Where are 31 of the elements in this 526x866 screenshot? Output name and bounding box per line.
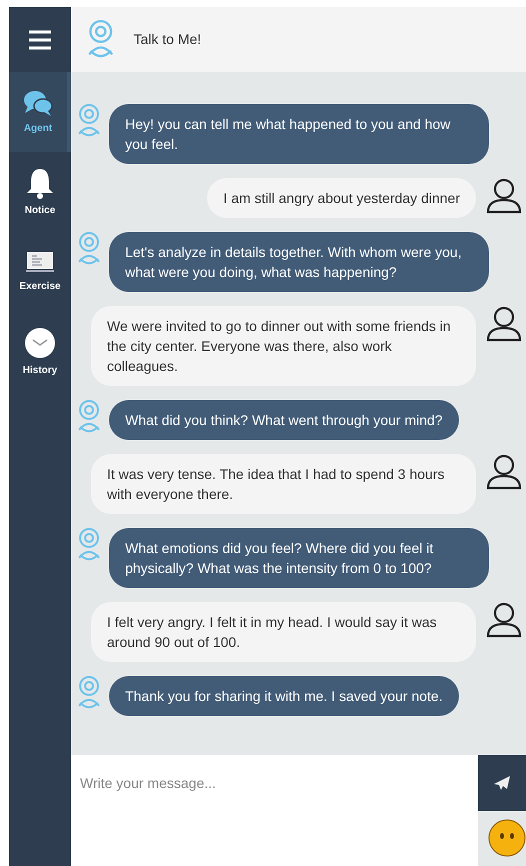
agent-message: Thank you for sharing it with me. I saved your note.: [109, 676, 459, 716]
agent-message: What emotions did you feel? Where did you feel it physically? What was the intensity from 0 to 100?: [109, 528, 490, 588]
user-avatar-icon: [486, 178, 522, 214]
user-avatar-icon: [486, 602, 522, 638]
user-avatar-icon: [486, 306, 522, 342]
monitor-icon: [25, 250, 55, 274]
paper-plane-icon: [493, 775, 511, 791]
agent-message: Let's analyze in details together. With whom were you, what were you doing, what was happening?: [109, 232, 490, 292]
agent-message: Hey! you can tell me what happened to you and how you feel.: [109, 104, 490, 164]
user-message: I felt very angry. I felt it in my head. I would say it was around 90 out of 100.: [91, 602, 476, 662]
nav-tab[interactable]: Exercise: [9, 232, 71, 312]
chat-bubbles-icon: [23, 88, 53, 116]
agent-message: What did you think? What went through your mind?: [109, 400, 459, 440]
agent-avatar-icon: [78, 232, 100, 266]
chat-title: Talk to Me!: [134, 30, 202, 49]
agent-avatar-icon: [78, 400, 100, 434]
chevron-circle-icon: [24, 326, 56, 358]
agent-avatar-icon: [78, 104, 100, 138]
user-avatar-icon: [486, 454, 522, 490]
user-message: It was very tense. The idea that I had to spend 3 hours with everyone there.: [91, 454, 476, 514]
agent-avatar-icon: [78, 676, 100, 710]
nav-tab[interactable]: Notice: [9, 152, 71, 232]
bell-icon: [25, 166, 55, 198]
user-message: I am still angry about yesterday dinner: [207, 178, 476, 218]
user-message: We were invited to go to dinner out with some friends in the city center. Everyone was there, also work colleagues.: [91, 306, 476, 386]
emoji-face-icon: [488, 819, 526, 857]
send-button[interactable]: [478, 755, 526, 811]
nav-tab[interactable]: Agent: [9, 72, 71, 152]
agent-avatar-icon: [88, 20, 114, 59]
nav-tab[interactable]: History: [9, 312, 71, 392]
agent-avatar-icon: [78, 528, 100, 562]
